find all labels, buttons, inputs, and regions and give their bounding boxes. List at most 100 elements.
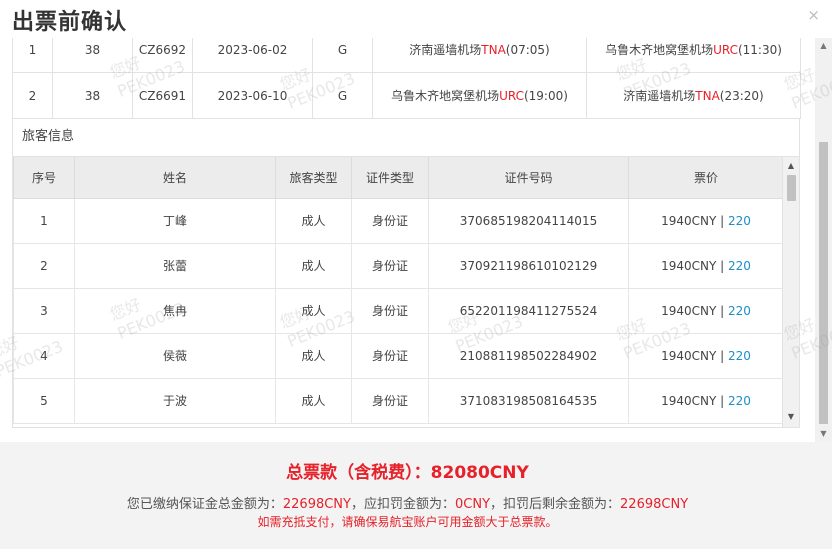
id-number: 370921198610102129 <box>428 242 629 289</box>
id-number: 652201198411275524 <box>428 287 629 334</box>
dialog-content: 1 38 CZ6692 2023-06-02 G 济南遥墙机场TNA(07:05) 乌鲁木齐… <box>0 38 832 428</box>
id-type: 身份证 <box>351 377 429 424</box>
passenger-name: 焦冉 <box>74 287 276 334</box>
passenger-table-scrollbar[interactable]: ▲ ▼ <box>782 157 799 427</box>
id-number: 371083198508164535 <box>428 377 629 424</box>
header-passenger-type: 旅客类型 <box>275 157 352 199</box>
passenger-type: 成人 <box>275 377 352 424</box>
id-type: 身份证 <box>351 197 429 244</box>
header-id-type: 证件类型 <box>351 157 429 199</box>
departure-airport: 济南遥墙机场TNA(07:05) <box>372 38 587 73</box>
id-type: 身份证 <box>351 242 429 289</box>
id-type: 身份证 <box>351 332 429 379</box>
dep-time: (19:00) <box>523 89 568 103</box>
dialog-title: 出票前确认 <box>12 10 128 35</box>
id-type: 身份证 <box>351 287 429 334</box>
payment-summary: 总票款（含税费）：82080CNY 您已缴纳保证金总金额为：22698CNY，应… <box>0 442 832 549</box>
table-row: 2 张蕾 成人 身份证 370921198610102129 1940CNY | 220 <box>13 242 784 289</box>
passenger-seq: 1 <box>13 197 75 244</box>
passenger-type: 成人 <box>275 242 352 289</box>
passenger-type: 成人 <box>275 287 352 334</box>
fare-cell: 1940CNY | 220 <box>628 242 784 289</box>
scroll-up-icon[interactable]: ▲ <box>815 38 832 54</box>
flight-number: CZ6691 <box>132 72 193 119</box>
passenger-name: 侯薇 <box>74 332 276 379</box>
flight-seq: 2 <box>12 72 53 119</box>
dep-airport-name: 济南遥墙机场 <box>409 43 482 57</box>
fare-cell: 1940CNY | 220 <box>628 287 784 334</box>
fare-amount: 1940CNY <box>661 348 717 363</box>
passenger-name: 于波 <box>74 377 276 424</box>
passenger-seq: 4 <box>13 332 75 379</box>
arrival-airport: 乌鲁木齐地窝堡机场URC(11:30) <box>586 38 801 73</box>
fare-amount: 1940CNY <box>661 258 717 273</box>
deposit-mid: ，应扣罚金额为： <box>350 497 455 512</box>
scrollbar-thumb[interactable] <box>787 175 796 201</box>
penalty-amount: 0CNY <box>455 497 491 512</box>
table-row: 1 丁峰 成人 身份证 370685198204114015 1940CNY | 220 <box>13 197 784 244</box>
close-icon[interactable]: × <box>807 6 820 24</box>
passenger-section-label: 旅客信息 <box>12 118 800 156</box>
fare-cell: 1940CNY | 220 <box>628 377 784 424</box>
deposit-info: 您已缴纳保证金总金额为：22698CNY，应扣罚金额为：0CNY，扣罚后剩余金额… <box>0 493 815 512</box>
tax-link[interactable]: 220 <box>728 259 751 273</box>
table-row: 4 侯薇 成人 身份证 210881198502284902 1940CNY | 220 <box>13 332 784 379</box>
payment-notice: 如需充抵支付，请确保易航宝账户可用金额大于总票款。 <box>257 515 558 529</box>
flight-table: 1 38 CZ6692 2023-06-02 G 济南遥墙机场TNA(07:05) 乌鲁木齐… <box>12 38 801 119</box>
total-fare-value: 82080CNY <box>430 463 529 483</box>
passenger-table-container: 序号 姓名 旅客类型 证件类型 证件号码 票价 1 丁峰 成人 身份证 3706851982041… <box>12 156 800 428</box>
dep-airport-code: TNA <box>481 43 506 57</box>
dep-time: (07:05) <box>505 43 550 57</box>
flight-row: 2 38 CZ6691 2023-06-10 G 乌鲁木齐地窝堡机场URC(19:00) 济… <box>12 72 801 119</box>
tax-link[interactable]: 220 <box>728 394 751 408</box>
flight-seq: 1 <box>12 38 53 73</box>
deposit-total: 22698CNY <box>282 497 351 512</box>
remaining-amount: 22698CNY <box>620 497 689 512</box>
fare-amount: 1940CNY <box>661 213 717 228</box>
passenger-type: 成人 <box>275 197 352 244</box>
passenger-table: 序号 姓名 旅客类型 证件类型 证件号码 票价 1 丁峰 成人 身份证 3706851982041… <box>13 157 784 424</box>
flight-date: 2023-06-10 <box>192 72 313 119</box>
arrival-airport: 济南遥墙机场TNA(23:20) <box>586 72 801 119</box>
tax-link[interactable]: 220 <box>728 349 751 363</box>
dialog-scrollbar[interactable]: ▲ ▼ <box>815 38 832 442</box>
fare-amount: 1940CNY <box>661 303 717 318</box>
flight-num: 38 <box>52 72 133 119</box>
dep-airport-name: 乌鲁木齐地窝堡机场 <box>391 89 500 103</box>
fare-cell: 1940CNY | 220 <box>628 332 784 379</box>
scroll-down-icon[interactable]: ▼ <box>815 426 832 442</box>
header-seq: 序号 <box>13 157 75 199</box>
passenger-seq: 3 <box>13 287 75 334</box>
passenger-table-header: 序号 姓名 旅客类型 证件类型 证件号码 票价 <box>13 157 784 199</box>
dep-airport-code: URC <box>499 89 524 103</box>
passenger-type: 成人 <box>275 332 352 379</box>
scroll-down-icon[interactable]: ▼ <box>783 409 799 425</box>
scrollbar-thumb[interactable] <box>819 142 828 424</box>
passenger-name: 张蕾 <box>74 242 276 289</box>
tax-link[interactable]: 220 <box>728 304 751 318</box>
flight-num: 38 <box>52 38 133 73</box>
header-name: 姓名 <box>74 157 276 199</box>
header-fare: 票价 <box>628 157 784 199</box>
flight-row: 1 38 CZ6692 2023-06-02 G 济南遥墙机场TNA(07:05) 乌鲁木齐… <box>12 38 801 73</box>
id-number: 370685198204114015 <box>428 197 629 244</box>
arr-airport-code: URC <box>713 43 738 57</box>
table-row: 5 于波 成人 身份证 371083198508164535 1940CNY | 220 <box>13 377 784 424</box>
passenger-seq: 2 <box>13 242 75 289</box>
arr-airport-name: 乌鲁木齐地窝堡机场 <box>605 43 714 57</box>
arr-time: (23:20) <box>719 89 764 103</box>
flight-cabin: G <box>312 38 373 73</box>
total-fare-label: 总票款（含税费）： <box>286 463 431 483</box>
dialog-title-bar: 出票前确认 × <box>0 0 832 38</box>
deposit-prefix: 您已缴纳保证金总金额为： <box>126 497 283 512</box>
scroll-up-icon[interactable]: ▲ <box>783 158 799 174</box>
arr-airport-code: TNA <box>695 89 720 103</box>
flight-date: 2023-06-02 <box>192 38 313 73</box>
arr-airport-name: 济南遥墙机场 <box>623 89 696 103</box>
flight-number: CZ6692 <box>132 38 193 73</box>
arr-time: (11:30) <box>737 43 782 57</box>
tax-link[interactable]: 220 <box>728 214 751 228</box>
id-number: 210881198502284902 <box>428 332 629 379</box>
header-id-number: 证件号码 <box>428 157 629 199</box>
fare-amount: 1940CNY <box>661 393 717 408</box>
